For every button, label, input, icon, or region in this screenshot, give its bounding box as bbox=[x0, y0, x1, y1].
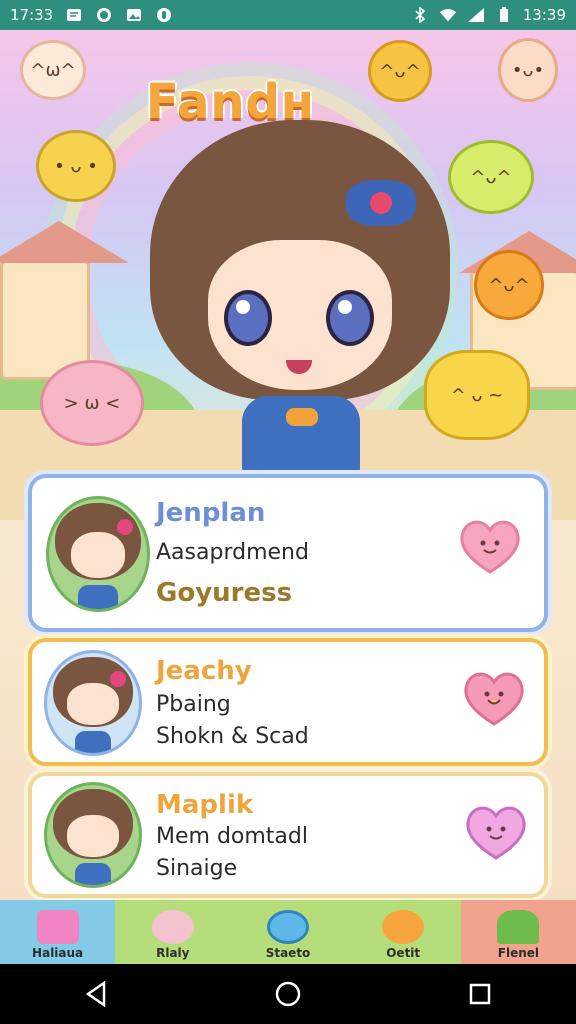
home-circle-icon bbox=[275, 981, 301, 1007]
mascot-fox-icon: ^ᴗ^ bbox=[368, 40, 432, 102]
avatar bbox=[44, 782, 142, 888]
tab-status[interactable]: Staeto bbox=[230, 900, 346, 964]
globe-icon bbox=[267, 910, 309, 944]
heart-icon bbox=[460, 520, 520, 574]
hero-character bbox=[150, 120, 450, 500]
plant-icon bbox=[497, 910, 540, 944]
mascot-leaf-icon: ^ᴗ^ bbox=[448, 140, 534, 214]
tab-label: Staeto bbox=[265, 946, 311, 960]
favorite-heart-button[interactable] bbox=[460, 668, 528, 728]
recents-button[interactable] bbox=[460, 974, 500, 1014]
fox-icon bbox=[382, 910, 425, 944]
tab-plant[interactable]: Flenel bbox=[460, 900, 576, 964]
mascot-cat-icon: ^ω^ bbox=[20, 40, 86, 100]
avatar bbox=[46, 496, 150, 612]
heart-icon bbox=[464, 672, 524, 726]
bluetooth-icon bbox=[411, 6, 429, 24]
message-icon bbox=[65, 6, 83, 24]
gallery-icon bbox=[125, 6, 143, 24]
character-card[interactable]: Maplik Mem domtadl Sinaige bbox=[28, 772, 548, 898]
mascot-girl-icon: •ᴗ• bbox=[498, 38, 558, 102]
pig-icon bbox=[151, 910, 194, 944]
card-line-1: Mem domtadl bbox=[156, 824, 308, 849]
battery-icon bbox=[495, 6, 513, 24]
card-line-2: Sinaige bbox=[156, 856, 238, 881]
wifi-icon bbox=[439, 6, 457, 24]
system-nav-bar bbox=[0, 964, 576, 1024]
bottom-tab-bar: Haliaua Rlaly Staeto Oetit Flenel bbox=[0, 900, 576, 964]
tab-play[interactable]: Rlaly bbox=[115, 900, 231, 964]
back-triangle-icon bbox=[85, 981, 106, 1007]
character-card[interactable]: Jeachy Pbaing Shokn & Scad bbox=[28, 638, 548, 766]
card-name: Maplik bbox=[156, 790, 254, 820]
notification-icon bbox=[155, 6, 173, 24]
tab-label: Flenel bbox=[497, 946, 540, 960]
tab-label: Oetit bbox=[386, 946, 421, 960]
tab-label: Rlaly bbox=[156, 946, 190, 960]
card-name: Jenplan bbox=[156, 498, 266, 528]
favorite-heart-button[interactable] bbox=[456, 516, 524, 576]
heart-icon bbox=[466, 806, 526, 860]
signal-icon bbox=[467, 6, 485, 24]
card-line-1: Aasaprdmend bbox=[156, 540, 309, 565]
status-time-right: 13:39 bbox=[522, 6, 566, 24]
mascot-pig-icon: > ω < bbox=[40, 360, 144, 446]
mascot-bean-icon: • ᴗ • bbox=[36, 130, 116, 202]
sun-icon: ^ᴗ^ bbox=[474, 250, 544, 320]
home-bag-icon bbox=[36, 910, 79, 944]
home-button[interactable] bbox=[268, 974, 308, 1014]
whatsapp-icon bbox=[95, 6, 113, 24]
card-line-2: Goyuress bbox=[156, 578, 293, 608]
card-name: Jeachy bbox=[156, 656, 252, 686]
status-bar: 17:33 13:39 bbox=[0, 0, 576, 30]
tab-label: Haliaua bbox=[32, 946, 84, 960]
hair-bow-icon bbox=[346, 180, 416, 226]
tab-home[interactable]: Haliaua bbox=[0, 900, 116, 964]
favorite-heart-button[interactable] bbox=[462, 802, 530, 862]
back-button[interactable] bbox=[76, 974, 116, 1014]
recents-square-icon bbox=[469, 983, 491, 1005]
card-line-2: Shokn & Scad bbox=[156, 724, 309, 749]
card-line-1: Pbaing bbox=[156, 692, 231, 717]
avatar bbox=[44, 650, 142, 756]
hero-scene: Fandн ^ω^ • ᴗ • ^ᴗ^ •ᴗ• ^ᴗ^ ^ᴗ^ ^ ᴗ ~ > … bbox=[0, 30, 576, 900]
status-time-left: 17:33 bbox=[10, 6, 54, 24]
tab-edit[interactable]: Oetit bbox=[345, 900, 461, 964]
character-card[interactable]: Jenplan Aasaprdmend Goyuress bbox=[28, 474, 548, 632]
